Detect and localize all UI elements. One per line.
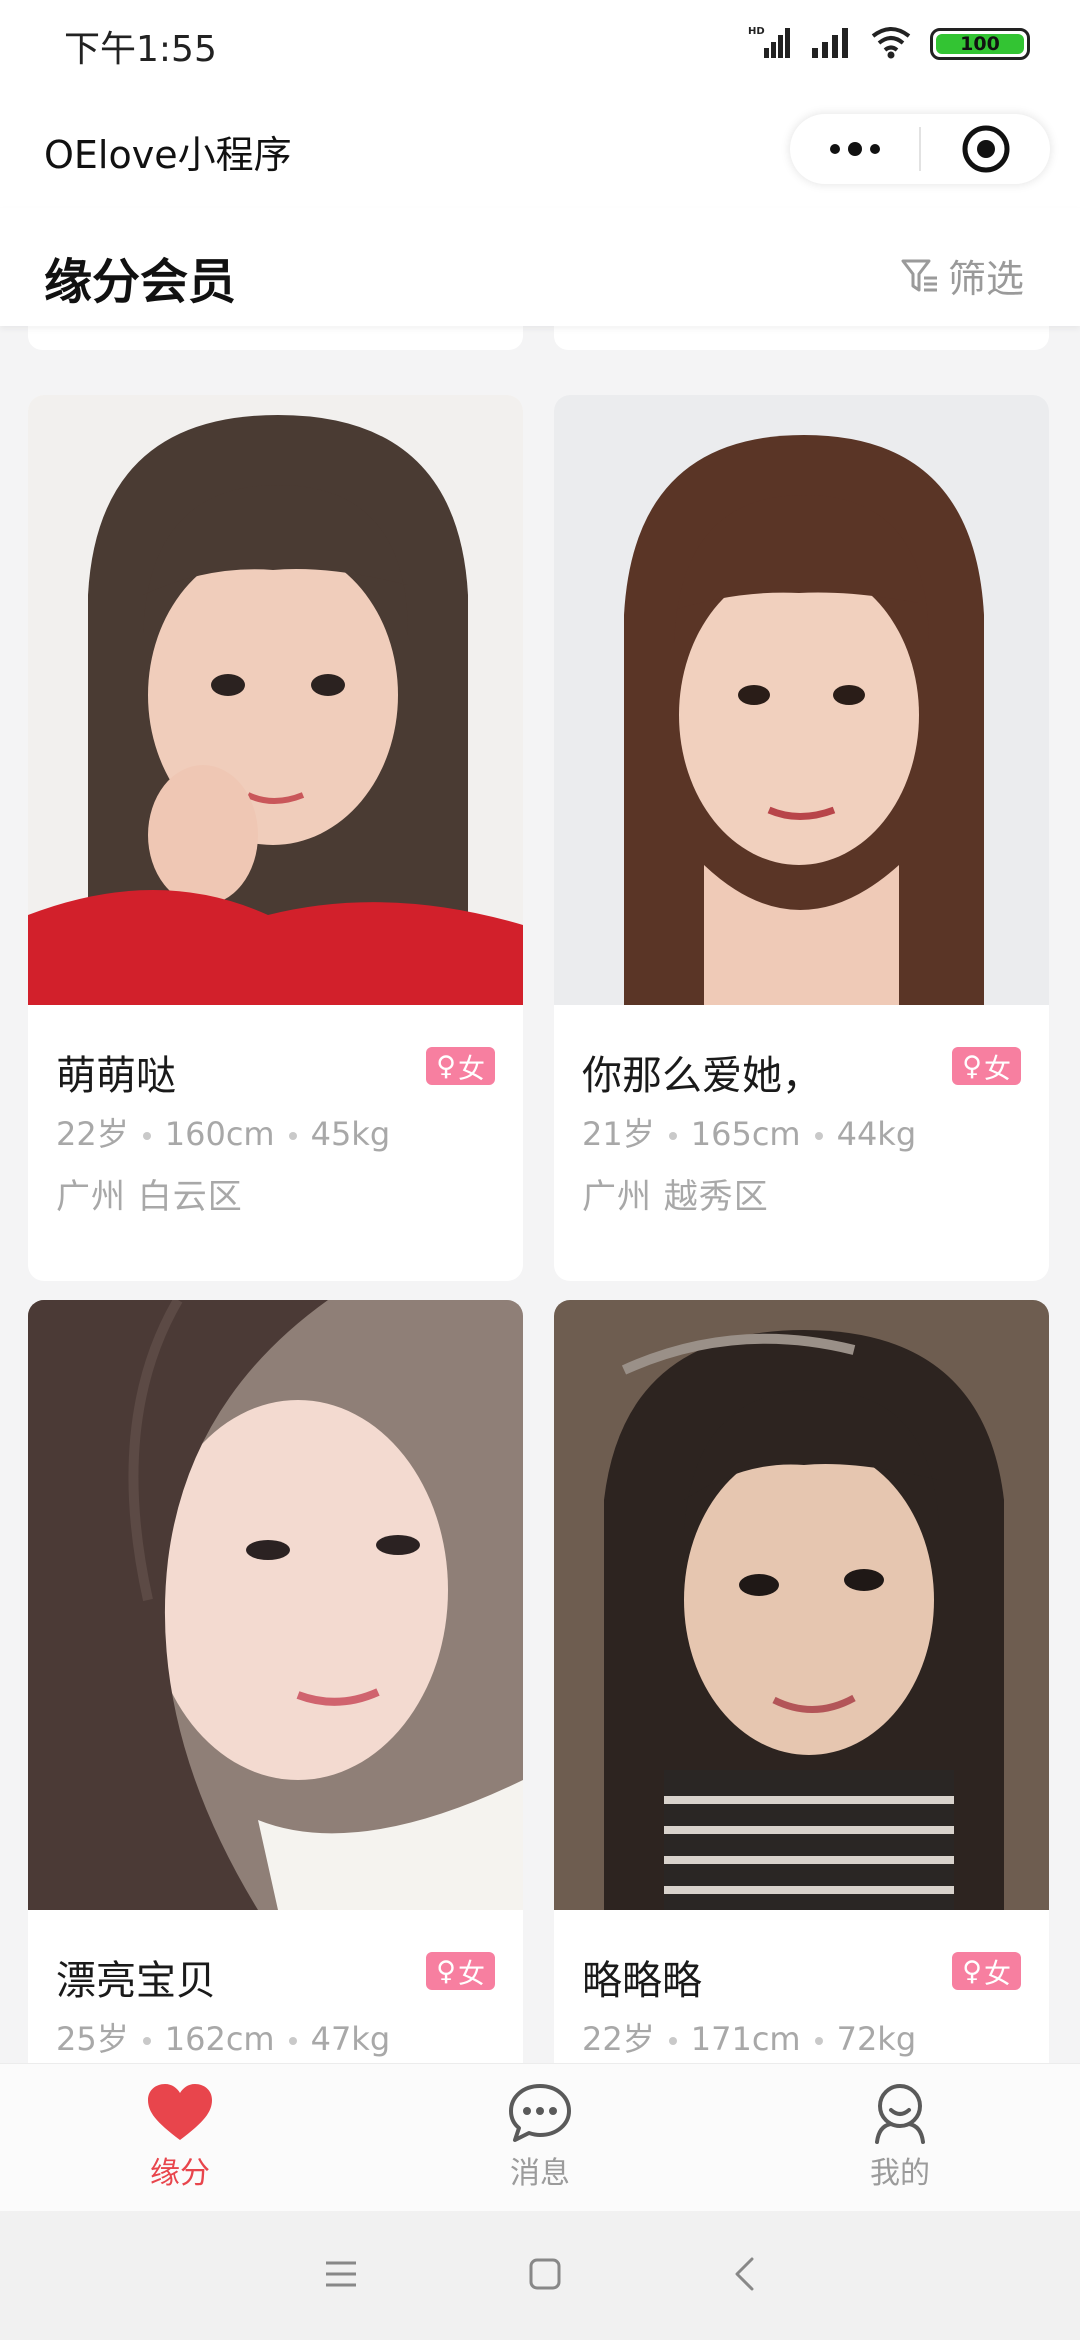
gender-label: 女 [984, 1958, 1011, 1990]
member-stats: 25岁 162cm 47kg [56, 2014, 390, 2060]
member-card[interactable]: 萌萌哒 ♀ 女 22岁 160cm 45kg 广州 白云区 [28, 395, 523, 1281]
member-name: 你那么爱她， [582, 1053, 822, 1099]
member-card[interactable]: 略略略 ♀ 女 22岁 171cm 72kg [554, 1300, 1049, 2186]
back-button[interactable] [732, 2256, 756, 2296]
capsule-menu [790, 114, 1050, 184]
separator-dot [288, 1132, 297, 1140]
member-height: 162cm [164, 2020, 275, 2058]
separator-dot [288, 2037, 297, 2045]
menu-icon [326, 2261, 356, 2286]
member-height: 171cm [690, 2020, 801, 2058]
home-button[interactable] [528, 2257, 562, 2295]
battery-level: 100 [960, 33, 1000, 55]
separator-dot [814, 2037, 823, 2045]
signal-icon [810, 24, 852, 64]
member-card[interactable]: 漂亮宝贝 ♀ 女 25岁 162cm 47kg [28, 1300, 523, 2186]
chat-icon [509, 2084, 571, 2142]
tab-label: 缘分 [150, 2156, 210, 2191]
member-photo[interactable] [28, 395, 523, 1005]
gender-badge: ♀ 女 [426, 1047, 495, 1085]
separator-dot [668, 1132, 677, 1140]
member-height: 160cm [164, 1115, 275, 1153]
separator-dot [814, 1132, 823, 1140]
app-title: OElove小程序 [44, 133, 292, 177]
section-header: 缘分会员 筛选 [0, 208, 1080, 326]
status-icons: HD 100 [748, 22, 1030, 66]
separator-dot [142, 2037, 151, 2045]
tab-yuanfen[interactable]: 缘分 [0, 2064, 360, 2212]
tab-messages[interactable]: 消息 [360, 2064, 720, 2212]
female-icon: ♀ [436, 1050, 456, 1082]
member-age: 21岁 [582, 1115, 655, 1153]
filter-button[interactable]: 筛选 [900, 248, 1024, 303]
more-icon [829, 142, 880, 156]
member-weight: 72kg [836, 2020, 917, 2058]
member-weight: 44kg [836, 1115, 917, 1153]
back-icon [735, 2257, 754, 2290]
separator-dot [668, 2037, 677, 2045]
wifi-icon [870, 24, 912, 64]
gender-badge: ♀ 女 [952, 1047, 1021, 1085]
gender-badge: ♀ 女 [426, 1952, 495, 1990]
member-card[interactable]: 你那么爱她， ♀ 女 21岁 165cm 44kg 广州 越秀区 [554, 395, 1049, 1281]
gender-label: 女 [458, 1958, 485, 1990]
member-location: 广州 白云区 [56, 1177, 243, 1217]
member-location: 广州 越秀区 [582, 1177, 769, 1217]
member-weight: 47kg [310, 2020, 391, 2058]
female-icon: ♀ [962, 1955, 982, 1987]
separator-dot [142, 1132, 151, 1140]
filter-icon [901, 259, 937, 291]
tab-me[interactable]: 我的 [720, 2064, 1080, 2212]
gender-badge: ♀ 女 [952, 1952, 1021, 1990]
hd-signal-icon: HD [748, 24, 792, 64]
target-icon [962, 125, 1009, 173]
page-title: 缘分会员 [44, 254, 237, 310]
gender-label: 女 [458, 1053, 485, 1085]
close-miniprogram-button[interactable] [921, 114, 1050, 184]
tab-label: 消息 [510, 2156, 570, 2191]
user-icon [875, 2084, 925, 2144]
member-age: 22岁 [582, 2020, 655, 2058]
member-age: 22岁 [56, 1115, 129, 1153]
menu-button[interactable] [324, 2259, 358, 2293]
member-name: 漂亮宝贝 [56, 1958, 216, 2004]
female-icon: ♀ [962, 1050, 982, 1082]
member-photo[interactable] [554, 1300, 1049, 1910]
status-time: 下午1:55 [64, 29, 217, 70]
status-bar: 下午1:55 HD 100 [0, 0, 1080, 88]
member-photo[interactable] [28, 1300, 523, 1910]
more-button[interactable] [790, 114, 919, 184]
battery-icon: 100 [930, 28, 1030, 60]
member-name: 略略略 [582, 1958, 702, 2004]
member-age: 25岁 [56, 2020, 129, 2058]
member-weight: 45kg [310, 1115, 391, 1153]
member-stats: 22岁 160cm 45kg [56, 1109, 390, 1155]
title-bar: OElove小程序 [0, 88, 1080, 208]
member-height: 165cm [690, 1115, 801, 1153]
female-icon: ♀ [436, 1955, 456, 1987]
member-photo[interactable] [554, 395, 1049, 1005]
member-stats: 21岁 165cm 44kg [582, 1109, 916, 1155]
tab-bar: 缘分 消息 我的 [0, 2063, 1080, 2212]
home-icon [529, 2258, 561, 2289]
tab-label: 我的 [870, 2156, 930, 2191]
heart-icon [148, 2084, 212, 2140]
member-stats: 22岁 171cm 72kg [582, 2014, 916, 2060]
filter-label: 筛选 [947, 257, 1024, 301]
system-nav-bar [0, 2211, 1080, 2340]
member-name: 萌萌哒 [56, 1053, 176, 1099]
hd-label: HD [748, 26, 765, 37]
gender-label: 女 [984, 1053, 1011, 1085]
